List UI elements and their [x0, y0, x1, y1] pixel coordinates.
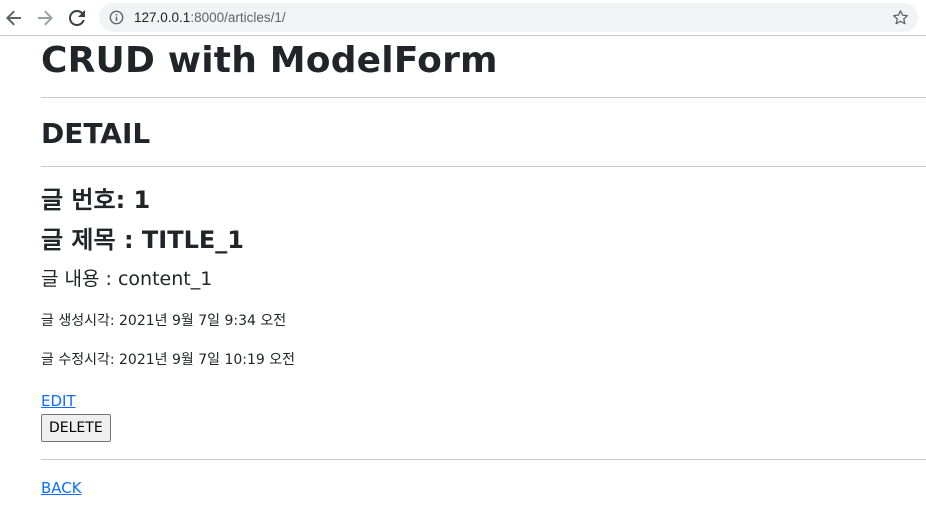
star-icon[interactable]: [892, 9, 909, 26]
divider: [41, 166, 926, 167]
article-title: 글 제목 : TITLE_1: [41, 226, 244, 254]
arrow-right-icon: [37, 10, 53, 26]
site-title: CRUD with ModelForm: [41, 40, 498, 81]
back-link[interactable]: BACK: [41, 478, 82, 498]
divider: [41, 459, 926, 460]
address-bar[interactable]: 127.0.0.1:8000/articles/1/: [99, 3, 918, 32]
arrow-left-icon: [6, 10, 22, 26]
edit-link[interactable]: EDIT: [41, 391, 76, 411]
article-content: 글 내용 : content_1: [41, 268, 213, 290]
url-path: :8000/articles/1/: [190, 10, 286, 25]
url-text[interactable]: 127.0.0.1:8000/articles/1/: [134, 9, 286, 26]
back-button[interactable]: [2, 6, 26, 30]
divider: [41, 97, 926, 98]
section-title: DETAIL: [41, 117, 151, 150]
info-icon[interactable]: [109, 10, 124, 25]
url-host: 127.0.0.1: [134, 10, 191, 25]
delete-button[interactable]: DELETE: [41, 414, 111, 442]
browser-toolbar: 127.0.0.1:8000/articles/1/: [0, 0, 926, 36]
forward-button[interactable]: [33, 6, 57, 30]
updated-at: 글 수정시각: 2021년 9월 7일 10:19 오전: [41, 352, 296, 368]
reload-button[interactable]: [65, 6, 89, 30]
created-at: 글 생성시각: 2021년 9월 7일 9:34 오전: [41, 313, 287, 329]
article-number: 글 번호: 1: [41, 186, 151, 214]
reload-icon: [69, 10, 85, 26]
